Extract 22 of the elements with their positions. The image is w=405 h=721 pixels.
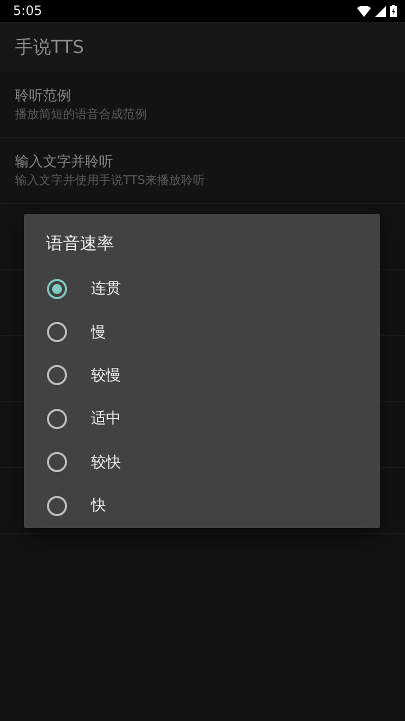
radio-button[interactable] <box>47 452 67 472</box>
option-label[interactable]: 慢 <box>91 322 106 342</box>
wifi-icon <box>357 6 371 16</box>
radio-button[interactable] <box>47 365 67 386</box>
option-label[interactable]: 适中 <box>91 409 121 428</box>
setting-title[interactable]: 输入文字并聆听 <box>15 152 405 172</box>
radio-button[interactable] <box>47 322 67 342</box>
radio-button[interactable] <box>47 496 67 516</box>
radio-button[interactable] <box>47 408 67 429</box>
setting-title[interactable]: 聆听范例 <box>15 86 405 106</box>
setting-summary: 输入文字并使用手说TTS来播放聆听 <box>15 172 206 189</box>
app-title: 手说TTS <box>15 36 84 59</box>
signal-icon <box>375 6 386 16</box>
option-label[interactable]: 快 <box>91 496 106 516</box>
option-label[interactable]: 较慢 <box>91 366 121 385</box>
battery-icon <box>390 5 397 17</box>
dialog-title: 语音速率 <box>45 233 115 256</box>
status-time: 5:05 <box>13 4 42 18</box>
radio-button[interactable] <box>47 278 67 299</box>
option-label[interactable]: 较快 <box>91 452 121 472</box>
option-label[interactable]: 连贯 <box>91 279 121 298</box>
setting-summary: 播放简短的语音合成范例 <box>15 106 148 123</box>
